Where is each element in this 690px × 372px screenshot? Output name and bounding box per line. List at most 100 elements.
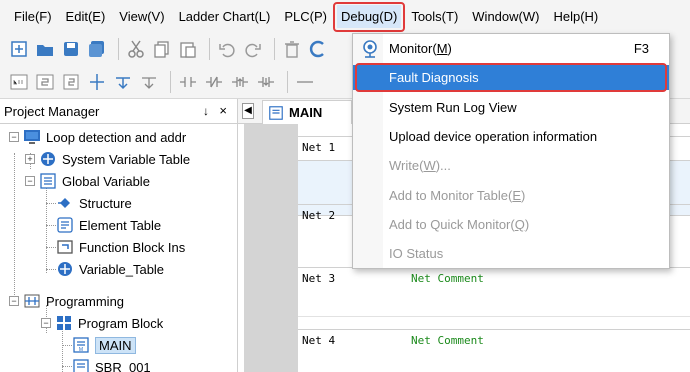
horizontal-line-icon[interactable] [294,71,316,93]
toolbar-separator [209,38,210,60]
paste-icon[interactable] [177,38,199,60]
toolbar-separator [170,70,171,93]
menu-item-add-to-quick-monitor[interactable]: Add to Quick Monitor(Q) [353,212,669,237]
tree-connector [46,225,56,226]
tree-item-label: SBR_001 [95,359,151,372]
menu-window[interactable]: Window(W) [468,5,543,28]
list-icon [40,173,56,189]
program-file-icon: M [73,337,89,353]
menu-help[interactable]: Help(H) [549,5,602,28]
network-label: Net 3 [302,272,336,285]
menu-tools[interactable]: Tools(T) [407,5,462,28]
element-table-icon [57,217,73,233]
expand-icon[interactable]: + [25,154,35,164]
debug-menu-dropdown: Monitor(M) F3 Fault Diagnosis System Run… [352,33,670,269]
tree-item-label: Loop detection and addr [46,129,187,145]
normally-closed-contact-icon[interactable] [203,71,225,93]
menu-debug[interactable]: Debug(D) [332,2,406,32]
toolbar-separator [287,70,288,93]
svg-text:M: M [79,347,83,353]
save-all-icon[interactable] [86,38,108,60]
ladder-icon [24,294,40,308]
structure-icon [58,198,70,208]
menu-item-io-status[interactable]: IO Status [353,241,669,266]
function-block-icon [57,240,73,254]
menu-item-system-run-log-view[interactable]: System Run Log View [353,95,669,120]
tab-main[interactable]: MAIN [262,100,352,124]
insert-vertical-line-icon[interactable] [138,71,160,93]
tab-scroll-left-icon[interactable]: ◀ [242,103,254,119]
menu-file[interactable]: File(F) [10,5,56,28]
network-comment: Net Comment [411,272,484,285]
tree-item-label: Element Table [79,217,162,233]
new-project-icon[interactable] [8,38,30,60]
network-3[interactable]: Net 3 Net Comment [298,267,690,331]
network-4[interactable]: Net 4 Net Comment [298,329,690,372]
network-label: Net 4 [302,334,336,347]
menu-item-upload-device-operation-information[interactable]: Upload device operation information [353,124,669,149]
program-file-icon [73,359,89,372]
tree-connector [62,345,72,346]
pin-icon[interactable]: ↓ [203,104,209,118]
network-comment: Net Comment [411,334,484,347]
tree-item-sbr-001[interactable]: SBR_001 [72,356,151,372]
falling-edge-contact-icon[interactable] [255,71,277,93]
redo-icon[interactable] [242,38,264,60]
network-label: Net 2 [302,209,336,222]
menu-item-monitor[interactable]: Monitor(M) F3 [353,36,669,61]
save-icon[interactable] [60,38,82,60]
menu-view[interactable]: View(V) [115,5,168,28]
tree-item-element-table[interactable]: Element Table [56,214,161,236]
tree-item-system-variable-table[interactable]: + System Variable Table [25,148,190,170]
cut-icon[interactable] [125,38,147,60]
monitor-icon [363,40,377,58]
normally-open-contact-icon[interactable] [177,71,199,93]
tree-item-structure[interactable]: Structure [56,192,132,214]
menu-item-label: Write(W)... [389,158,451,173]
insert-down-line-icon[interactable] [112,71,134,93]
menu-item-write[interactable]: Write(W)... [353,153,669,178]
tree-item-programming[interactable]: − Programming [9,290,124,312]
network-body[interactable] [298,289,690,317]
tree-item-main[interactable]: M MAIN [72,334,136,356]
menu-item-fault-diagnosis[interactable]: Fault Diagnosis [353,63,669,92]
project-manager-header: Project Manager ↓ × [0,99,237,124]
structured-text-icon[interactable] [60,71,82,93]
tree-item-label: System Variable Table [62,151,191,167]
project-manager-title: Project Manager [4,103,100,119]
collapse-icon[interactable]: − [9,132,19,142]
tree-item-label: Variable_Table [79,261,165,277]
collapse-icon[interactable]: − [41,318,51,328]
tree-item-global-variable[interactable]: − Global Variable [25,170,150,192]
collapse-icon[interactable]: − [9,296,19,306]
tree-connector [46,203,56,204]
copy-icon[interactable] [151,38,173,60]
menu-item-label: Add to Monitor Table(E) [389,188,526,203]
compile-icon[interactable] [307,38,329,60]
tree-item-program-block[interactable]: − Program Block [41,312,163,334]
menu-item-add-to-monitor-table[interactable]: Add to Monitor Table(E) [353,183,669,208]
menu-edit[interactable]: Edit(E) [62,5,110,28]
tab-label: MAIN [289,105,323,120]
close-icon[interactable]: × [219,103,227,118]
menu-plc[interactable]: PLC(P) [280,5,331,28]
menu-bar: File(F) Edit(E) View(V) Ladder Chart(L) … [0,0,690,33]
tree-item-project[interactable]: − Loop detection and addr [9,126,186,148]
collapse-icon[interactable]: − [25,176,35,186]
tree-item-variable-table[interactable]: Variable_Table [56,258,164,280]
ladder-mode-icon[interactable] [8,71,30,93]
tree-item-label: Global Variable [62,173,150,189]
statement-list-icon[interactable] [34,71,56,93]
open-folder-icon[interactable] [34,38,56,60]
tree-item-function-block-instance[interactable]: Function Block Ins [56,236,185,258]
tree-item-label: Programming [46,293,125,309]
tree-item-label: Program Block [78,315,164,331]
delete-icon[interactable] [281,38,303,60]
variable-table-icon [41,152,55,166]
tree-connector [46,247,56,248]
rising-edge-contact-icon[interactable] [229,71,251,93]
insert-contact-icon[interactable] [86,71,108,93]
menu-ladder-chart[interactable]: Ladder Chart(L) [175,5,275,28]
menu-item-label: Fault Diagnosis [389,70,479,85]
undo-icon[interactable] [216,38,238,60]
